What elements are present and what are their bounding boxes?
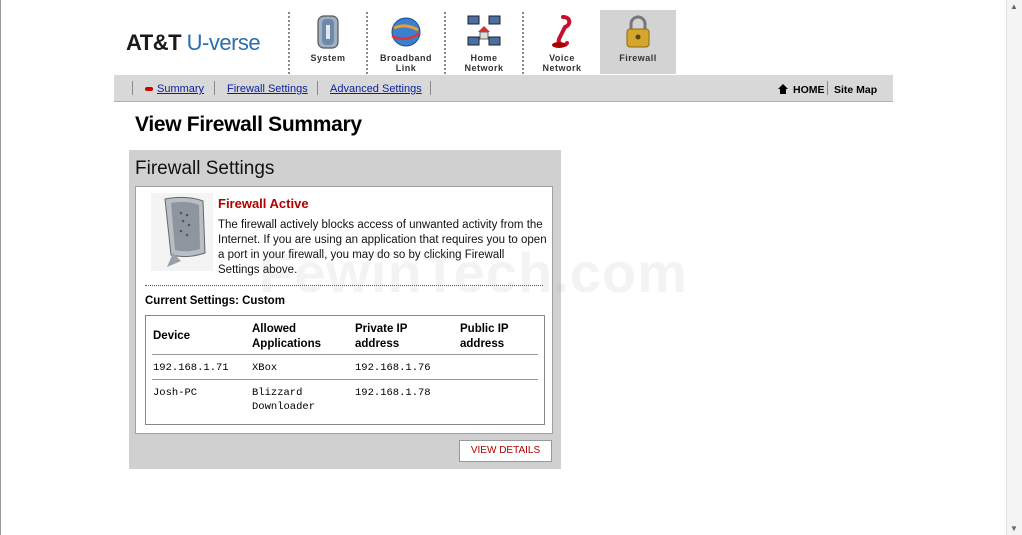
sub-navigation: Summary Firewall Settings Advanced Setti… bbox=[114, 75, 893, 102]
subnav-divider bbox=[317, 81, 318, 95]
subnav-divider bbox=[132, 81, 133, 95]
subnav-divider bbox=[430, 81, 431, 95]
tab-system[interactable]: System bbox=[290, 10, 366, 74]
view-details-button[interactable]: VIEW DETAILS bbox=[459, 440, 552, 462]
scroll-down-arrow-icon[interactable]: ▼ bbox=[1010, 524, 1018, 533]
subnav-advanced-settings-link[interactable]: Advanced Settings bbox=[330, 83, 422, 95]
tab-voice-label-1: Voice bbox=[549, 53, 575, 63]
padlock-icon bbox=[626, 15, 650, 48]
firewall-description: The firewall actively blocks access of u… bbox=[218, 219, 547, 276]
dotted-divider bbox=[145, 285, 543, 286]
cell-device: Josh-PC bbox=[153, 387, 198, 399]
page-title: View Firewall Summary bbox=[135, 113, 362, 136]
att-uverse-logo: AT&T U-verse bbox=[126, 30, 261, 56]
subnav-divider bbox=[214, 81, 215, 95]
phone-icon bbox=[552, 15, 572, 48]
system-icon bbox=[317, 15, 339, 49]
device-table: Device Allowed Applications Private IP a… bbox=[145, 315, 545, 425]
cell-apps: Blizzard Downloader bbox=[252, 387, 316, 413]
panel-title: Firewall Settings bbox=[135, 158, 275, 179]
globe-icon bbox=[391, 17, 421, 47]
home-network-icon bbox=[467, 15, 501, 46]
cell-apps: XBox bbox=[252, 362, 278, 374]
logo-att-text: AT&T bbox=[126, 30, 182, 55]
tab-home-network[interactable]: Home Network bbox=[446, 10, 522, 74]
current-settings-label: Current Settings: Custom bbox=[145, 295, 285, 307]
tab-voice-network[interactable]: Voice Network bbox=[524, 10, 600, 74]
vertical-scrollbar[interactable]: ▲ ▼ bbox=[1006, 0, 1022, 535]
tab-home-label-2: Network bbox=[464, 63, 504, 73]
tab-broadband-label-1: Broadband bbox=[379, 53, 432, 63]
home-icon[interactable] bbox=[777, 83, 789, 94]
tab-broadband-link[interactable]: Broadband Link bbox=[368, 10, 444, 74]
subnav-summary-link[interactable]: Summary bbox=[157, 83, 204, 95]
home-link[interactable]: HOME bbox=[793, 84, 825, 96]
table-header-device: Device bbox=[153, 330, 191, 342]
tab-system-label: System bbox=[310, 53, 346, 63]
table-row-rule bbox=[152, 379, 538, 380]
site-map-link[interactable]: Site Map bbox=[834, 84, 877, 96]
tab-firewall-label: Firewall bbox=[619, 53, 657, 63]
table-header-applications: Allowed Applications bbox=[252, 323, 322, 350]
logo-uverse-text: U-verse bbox=[186, 30, 261, 55]
tab-voice-label-2: Network bbox=[542, 63, 582, 73]
table-header-private-ip: Private IP address bbox=[355, 323, 408, 350]
table-header-rule bbox=[152, 354, 538, 355]
subnav-divider bbox=[827, 81, 828, 95]
cell-device: 192.168.1.71 bbox=[153, 362, 229, 374]
tab-home-label-1: Home bbox=[470, 53, 498, 63]
cell-private-ip: 192.168.1.78 bbox=[355, 387, 431, 399]
table-header-public-ip: Public IP address bbox=[460, 323, 509, 350]
tab-firewall[interactable]: Firewall bbox=[600, 10, 676, 74]
cell-private-ip: 192.168.1.76 bbox=[355, 362, 431, 374]
firewall-shield-icon bbox=[151, 193, 213, 271]
firewall-settings-panel: Firewall Settings Firewall Active The fi… bbox=[129, 150, 561, 469]
tab-broadband-label-2: Link bbox=[395, 63, 417, 73]
current-page-indicator-icon bbox=[145, 87, 153, 91]
firewall-status-heading: Firewall Active bbox=[218, 196, 309, 211]
firewall-summary-box: Firewall Active The firewall actively bl… bbox=[135, 186, 553, 434]
subnav-firewall-settings-link[interactable]: Firewall Settings bbox=[227, 83, 308, 95]
scroll-up-arrow-icon[interactable]: ▲ bbox=[1010, 2, 1018, 11]
